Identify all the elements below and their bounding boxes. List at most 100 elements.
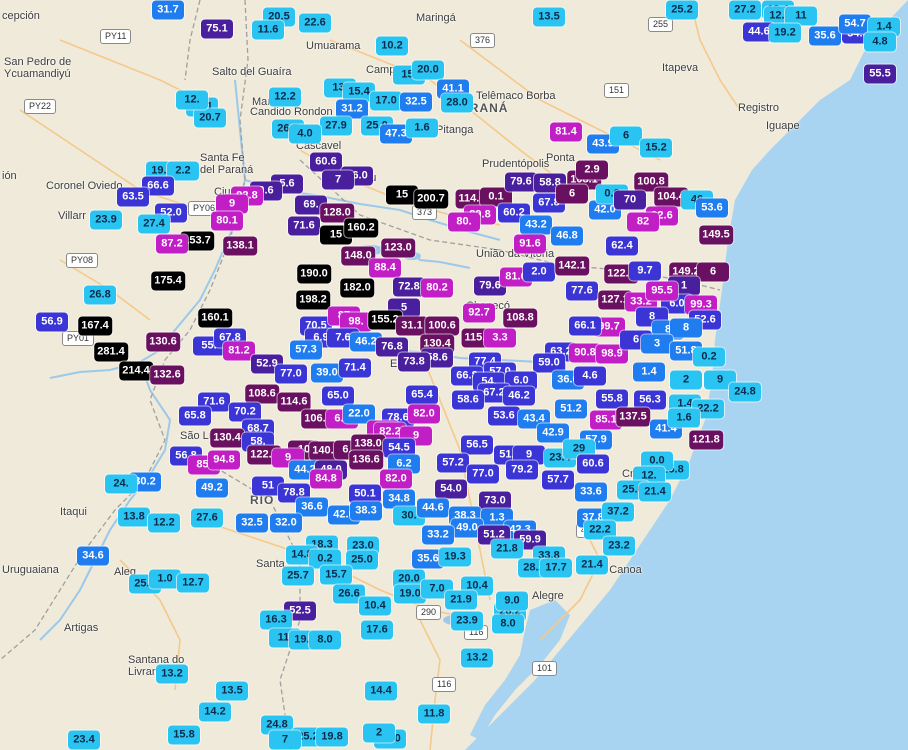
rain-marker[interactable]: 82 xyxy=(627,212,659,232)
rain-marker[interactable]: 100.6 xyxy=(425,316,459,336)
rain-marker[interactable]: 82.0 xyxy=(408,404,440,424)
rain-marker[interactable]: 11.6 xyxy=(252,20,284,40)
rain-marker[interactable]: 58.6 xyxy=(452,390,484,410)
rain-marker[interactable]: 7 xyxy=(322,170,354,190)
rain-marker[interactable]: 167.4 xyxy=(78,316,112,336)
rain-marker[interactable]: 23.4 xyxy=(68,730,100,750)
rain-marker[interactable]: 31.7 xyxy=(152,0,184,20)
rain-marker[interactable]: 132.6 xyxy=(150,365,184,385)
rain-marker[interactable]: 6 xyxy=(556,184,588,204)
rain-marker[interactable]: 108.6 xyxy=(245,384,279,404)
rain-marker[interactable]: 190.0 xyxy=(297,264,331,284)
rain-marker[interactable]: 77.0 xyxy=(275,364,307,384)
rain-marker[interactable]: 27.6 xyxy=(191,508,223,528)
rain-marker[interactable]: 55.5 xyxy=(864,64,896,84)
rain-marker[interactable]: 25.2 xyxy=(666,0,698,20)
rain-marker[interactable]: 2 xyxy=(670,370,702,390)
rain-marker[interactable]: 60.6 xyxy=(310,152,342,172)
rain-marker[interactable]: 21.4 xyxy=(639,482,671,502)
rain-marker[interactable]: 51.2 xyxy=(555,399,587,419)
rain-marker[interactable]: 53.6 xyxy=(488,406,520,426)
rain-marker[interactable]: 138.1 xyxy=(223,236,257,256)
rain-marker[interactable]: 1.4 xyxy=(633,362,665,382)
rain-marker[interactable]: 12.7 xyxy=(177,573,209,593)
rain-marker[interactable]: 281.4 xyxy=(94,342,128,362)
rain-marker[interactable]: 3.3 xyxy=(484,328,516,348)
rain-marker[interactable]: 19.8 xyxy=(316,727,348,747)
rain-marker[interactable]: 12.2 xyxy=(269,87,301,107)
rain-marker[interactable]: 82.0 xyxy=(380,469,412,489)
rain-marker[interactable]: 17.0 xyxy=(370,91,402,111)
rain-marker[interactable]: 1.6 xyxy=(668,408,700,428)
rain-marker[interactable]: 56.5 xyxy=(461,435,493,455)
rain-marker[interactable]: 15 xyxy=(386,185,418,205)
rain-marker[interactable]: 27.4 xyxy=(138,214,170,234)
rain-marker[interactable]: 14.2 xyxy=(199,702,231,722)
rain-marker[interactable]: 10.4 xyxy=(359,596,391,616)
rain-marker[interactable]: 17.6 xyxy=(361,620,393,640)
rain-marker[interactable]: 12.2 xyxy=(148,513,180,533)
rain-marker[interactable]: 22.6 xyxy=(299,13,331,33)
rain-marker[interactable]: 77.0 xyxy=(467,464,499,484)
rain-marker[interactable]: 65.4 xyxy=(406,385,438,405)
rain-marker[interactable]: 95.5 xyxy=(646,281,678,301)
rain-marker[interactable]: 57.7 xyxy=(542,470,574,490)
rain-marker[interactable]: 20.7 xyxy=(194,108,226,128)
rain-marker[interactable]: 71.4 xyxy=(339,358,371,378)
rain-marker[interactable]: 2.9 xyxy=(576,160,608,180)
rain-marker[interactable]: 13.2 xyxy=(156,664,188,684)
rain-marker[interactable]: 84.8 xyxy=(310,469,342,489)
rain-marker[interactable]: 80. xyxy=(448,212,480,232)
rain-marker[interactable]: 1.6 xyxy=(406,118,438,138)
rain-marker[interactable]: 38.3 xyxy=(350,501,382,521)
rain-marker[interactable]: 24. xyxy=(105,474,137,494)
rain-marker[interactable]: 160.2 xyxy=(344,218,378,238)
rain-marker[interactable]: 65.0 xyxy=(322,386,354,406)
rain-marker[interactable]: 66.1 xyxy=(569,316,601,336)
rain-marker[interactable]: 94.8 xyxy=(208,450,240,470)
rain-marker[interactable]: 32.0 xyxy=(270,513,302,533)
rain-marker[interactable]: 130.4 xyxy=(210,428,244,448)
rain-marker[interactable]: 70 xyxy=(614,190,646,210)
rain-marker[interactable]: 175.4 xyxy=(151,271,185,291)
rain-marker[interactable]: 37.2 xyxy=(602,502,634,522)
rain-marker[interactable]: 2 xyxy=(363,723,395,743)
rain-marker[interactable]: 214.4 xyxy=(119,361,153,381)
rain-marker[interactable]: 19.3 xyxy=(439,547,471,567)
rain-marker[interactable]: 108.8 xyxy=(503,308,537,328)
rain-marker[interactable]: 25.7 xyxy=(282,566,314,586)
rain-marker[interactable]: 54.0 xyxy=(435,479,467,499)
rain-marker[interactable]: 43.2 xyxy=(520,215,552,235)
rain-marker[interactable]: 23.2 xyxy=(603,536,635,556)
rain-marker[interactable]: 17.7 xyxy=(540,558,572,578)
rain-marker[interactable]: 6 xyxy=(610,126,642,146)
rain-marker[interactable]: 26.8 xyxy=(84,285,116,305)
rain-marker[interactable]: 15.7 xyxy=(320,565,352,585)
rain-marker[interactable]: 21.9 xyxy=(445,590,477,610)
rain-marker[interactable]: 33.6 xyxy=(575,482,607,502)
rain-marker[interactable]: 77.6 xyxy=(566,281,598,301)
rain-marker[interactable]: 23.9 xyxy=(451,611,483,631)
rain-marker[interactable]: 11.8 xyxy=(418,704,450,724)
rain-marker[interactable]: 10.2 xyxy=(376,36,408,56)
rain-marker[interactable]: 13.5 xyxy=(216,681,248,701)
rain-marker[interactable]: 9.0 xyxy=(496,591,528,611)
rain-marker[interactable]: 182.0 xyxy=(340,278,374,298)
rain-marker[interactable]: 46.8 xyxy=(551,226,583,246)
rain-marker[interactable]: 75.1 xyxy=(201,19,233,39)
rain-marker[interactable]: 81.4 xyxy=(550,122,582,142)
rain-marker[interactable]: 121.8 xyxy=(689,430,723,450)
rain-marker[interactable]: 63.5 xyxy=(117,187,149,207)
rain-marker[interactable]: 4.0 xyxy=(289,124,321,144)
rain-marker[interactable]: 28.0 xyxy=(441,93,473,113)
rain-marker[interactable]: 3 xyxy=(641,334,673,354)
rain-marker[interactable]: 21.8 xyxy=(491,539,523,559)
rain-marker[interactable]: 136.6 xyxy=(349,450,383,470)
rain-marker[interactable]: 54.7 xyxy=(839,14,871,34)
rain-marker[interactable]: 8.0 xyxy=(492,614,524,634)
rain-marker[interactable]: 123.0 xyxy=(381,238,415,258)
rain-marker[interactable]: 137.5 xyxy=(616,407,650,427)
rain-marker[interactable]: 80.1 xyxy=(211,211,243,231)
rain-marker[interactable]: 60.6 xyxy=(577,454,609,474)
rain-marker[interactable]: 2.0 xyxy=(523,262,555,282)
